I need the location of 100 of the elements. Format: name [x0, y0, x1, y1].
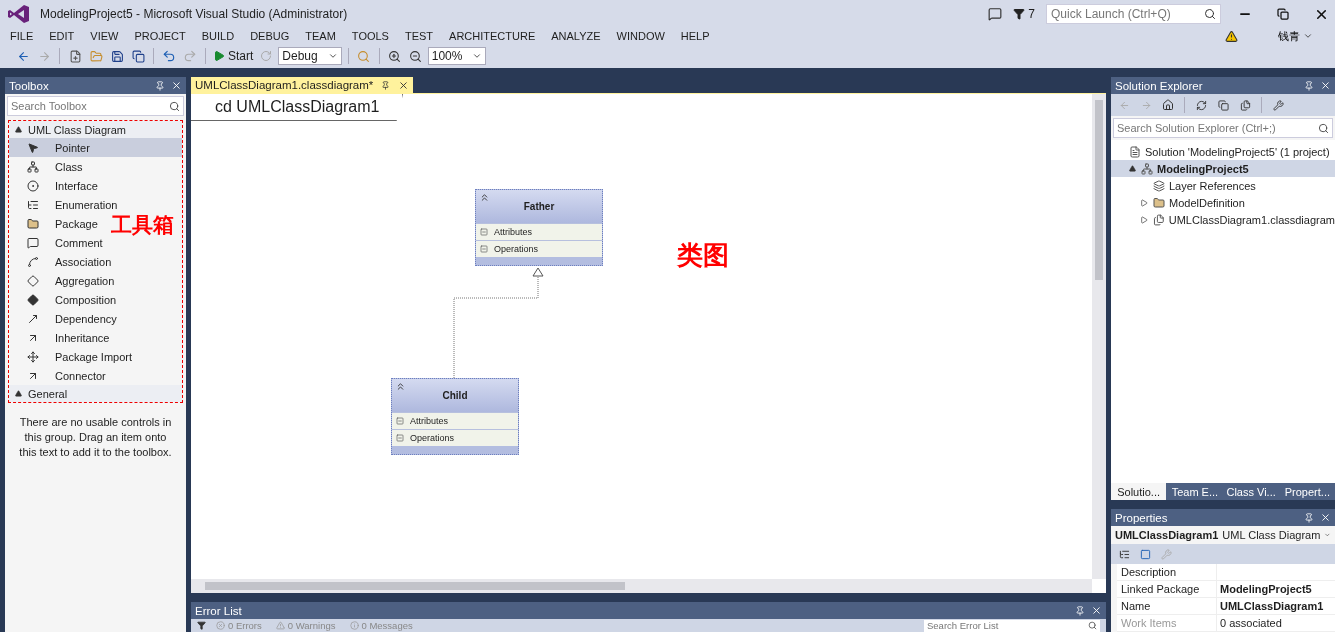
toolbox-item[interactable]: Dependency [9, 309, 125, 328]
close-button[interactable] [171, 80, 182, 91]
property-value[interactable]: UMLClassDiagram1 [1217, 598, 1335, 615]
toolbox-item[interactable]: Package [9, 214, 106, 233]
menu-item[interactable]: TEAM [297, 28, 344, 44]
pin-button[interactable] [155, 80, 165, 91]
search-input[interactable]: Search Toolbox [11, 100, 166, 112]
panel-title: Properties [1115, 511, 1169, 524]
toolbox-item[interactable]: Pointer [9, 138, 182, 157]
quick-launch-field[interactable]: Quick Launch (Ctrl+Q) [1046, 4, 1221, 24]
search-field[interactable]: Search Solution Explorer (Ctrl+;) [1113, 118, 1333, 138]
expanded-icon [15, 126, 22, 133]
zoom-dropdown[interactable]: 100% [427, 47, 487, 65]
tree-item[interactable]: ModelingProject5 [1111, 160, 1335, 177]
close-button[interactable] [1091, 605, 1102, 616]
wrench-icon [1272, 99, 1284, 111]
diagram-frame-label: cd UMLClassDiagram1 [191, 94, 403, 121]
close-button[interactable] [1320, 512, 1331, 523]
search-field[interactable]: Search Toolbox [7, 96, 184, 116]
toolbox-item[interactable]: Package Import [9, 347, 141, 366]
property-value[interactable]: ModelingProject5 [1217, 581, 1335, 598]
menu-item[interactable]: DEBUG [242, 28, 298, 44]
compartment-label[interactable]: Attributes [494, 227, 533, 237]
refresh-icon [1195, 99, 1207, 111]
empty-message: There are no usable controls in this group. Drag an item onto this text to add it to the toolbox. [18, 415, 173, 460]
solution-icon [1129, 145, 1141, 158]
expanded-icon [1128, 165, 1136, 172]
pin-button[interactable] [1304, 512, 1314, 523]
object-selector[interactable]: UMLClassDiagram1 UML Class Diagram [1111, 526, 1335, 544]
class-name: Child [442, 390, 468, 401]
toolbox-item[interactable]: Interface [9, 176, 106, 195]
search-icon [1204, 8, 1216, 20]
property-value[interactable]: 0 associated [1217, 615, 1335, 632]
group-header[interactable]: General [9, 385, 182, 402]
refresh-icon [260, 50, 273, 62]
class-shape[interactable]: Father Attributes Operations [475, 189, 603, 266]
new-file-icon [68, 49, 82, 63]
search-icon [357, 49, 371, 63]
notifications-button[interactable]: 7 [1012, 4, 1036, 24]
close-icon [1320, 80, 1331, 91]
caret-icon [327, 51, 338, 61]
restore-icon [1277, 8, 1289, 20]
compartment-label[interactable]: Attributes [410, 416, 449, 426]
menu-item[interactable]: PROJECT [126, 28, 194, 44]
speech-bubble-icon [27, 236, 39, 249]
forward-icon [37, 49, 51, 63]
horizontal-scrollbar[interactable] [191, 579, 1092, 593]
close-button[interactable] [1320, 80, 1331, 91]
diamond-icon [27, 274, 39, 287]
start-button[interactable]: Start [212, 46, 255, 66]
menu-item[interactable]: ANALYZE [543, 28, 609, 44]
menu-item[interactable]: VIEW [82, 28, 127, 44]
document-tab[interactable]: UMLClassDiagram1.classdiagram* [191, 77, 414, 93]
search-icon [1088, 621, 1097, 630]
toolbox-item[interactable]: Association [9, 252, 120, 271]
annotation: 工具箱 [111, 212, 174, 239]
menu-item[interactable]: EDIT [41, 28, 83, 44]
caret-icon [472, 51, 483, 61]
pin-button[interactable] [1075, 605, 1085, 616]
toolbox-item[interactable]: Composition [9, 290, 125, 309]
menu-item[interactable]: WINDOW [608, 28, 673, 44]
panel-tab[interactable]: Solutio... [1111, 483, 1167, 500]
panel-title: Solution Explorer [1115, 79, 1204, 92]
toolbox-item[interactable]: Comment [9, 233, 111, 252]
toolbox-item[interactable]: Connector [9, 366, 114, 385]
tree-item[interactable]: Solution 'ModelingProject5' (1 project) [1111, 143, 1335, 160]
pin-icon [1304, 512, 1314, 523]
menu-item[interactable]: ARCHITECTURE [441, 28, 544, 44]
warning-icon [275, 621, 285, 630]
toolbox-item[interactable]: Inheritance [9, 328, 118, 347]
toolbox-item[interactable]: Class [9, 157, 91, 176]
expanded-icon [15, 390, 22, 397]
pin-icon [155, 80, 165, 91]
user-menu[interactable]: 钱青 [1278, 28, 1313, 44]
logo-icon [8, 4, 30, 24]
class-name: Father [523, 201, 555, 212]
menu-item[interactable]: HELP [672, 28, 718, 44]
menu-item[interactable]: TOOLS [343, 28, 397, 44]
tree-item[interactable]: UMLClassDiagram1.classdiagram [1111, 211, 1335, 228]
folder-icon [27, 217, 39, 230]
search-field[interactable]: Search Error List [924, 619, 1100, 632]
vertical-scrollbar[interactable] [1092, 94, 1106, 579]
menu-item[interactable]: FILE [2, 28, 42, 44]
pin-button[interactable] [1304, 80, 1314, 91]
menu-item[interactable]: BUILD [193, 28, 243, 44]
group-header[interactable]: UML Class Diagram [9, 121, 182, 138]
tree-item[interactable]: Layer References [1111, 177, 1335, 194]
minus-box-icon [480, 228, 488, 236]
class-shape[interactable]: Child Attributes Operations [391, 378, 519, 455]
toolbox-item[interactable]: Enumeration [9, 195, 126, 214]
filled-diamond-icon [27, 293, 39, 306]
search-input[interactable]: Search Error List [927, 620, 1088, 631]
nodes-icon [27, 160, 39, 173]
configuration-dropdown[interactable]: Debug [278, 47, 342, 65]
tree-item[interactable]: ModelDefinition [1111, 194, 1335, 211]
collapse-icon [479, 192, 490, 203]
toolbox-item[interactable]: Aggregation [9, 271, 123, 290]
window-title: ModelingProject5 - Microsoft Visual Studio (Administrator) [40, 7, 348, 21]
menu-item[interactable]: TEST [396, 28, 442, 44]
caret-icon [1303, 31, 1313, 41]
